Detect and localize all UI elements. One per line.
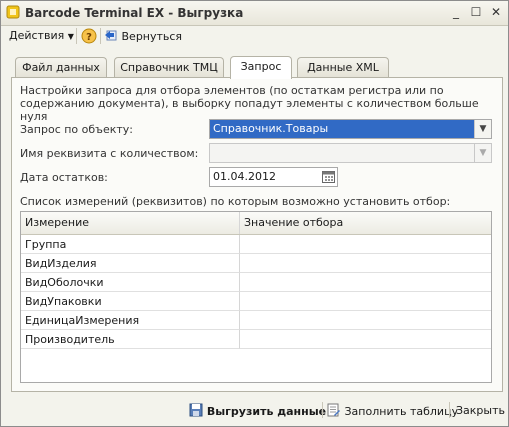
chevron-down-icon[interactable]: ▼ — [474, 120, 491, 138]
dimension-cell: ВидИзделия — [21, 254, 239, 273]
export-data-button[interactable]: Выгрузить данные — [189, 403, 326, 419]
close-window-button[interactable]: ✕ — [488, 5, 504, 20]
actions-label: Действия — [9, 29, 65, 42]
back-arrow-icon — [105, 30, 117, 41]
window: Barcode Terminal EX - Выгрузка _ ☐ ✕ Дей… — [0, 0, 509, 427]
filter-value-cell[interactable] — [239, 254, 491, 273]
chevron-down-icon: ▼ — [67, 32, 74, 41]
save-icon — [189, 403, 203, 417]
tab-xml-data[interactable]: Данные XML — [297, 57, 389, 78]
quantity-attr-select[interactable]: ▼ — [209, 143, 492, 163]
dimension-cell: ЕдиницаИзмерения — [21, 311, 239, 330]
tab-query[interactable]: Запрос — [230, 56, 292, 79]
tab-goods-catalog[interactable]: Справочник ТМЦ — [114, 57, 224, 78]
help-button[interactable]: ? — [81, 28, 97, 44]
toolbar-separator — [100, 28, 101, 44]
filter-value-cell[interactable] — [239, 235, 491, 254]
query-object-label: Запрос по объекту: — [20, 123, 133, 136]
fill-table-label: Заполнить таблицу — [344, 405, 459, 418]
svg-text:?: ? — [86, 32, 92, 43]
dimension-cell: Группа — [21, 235, 239, 254]
toolbar-separator — [76, 28, 77, 44]
minimize-button[interactable]: _ — [448, 5, 464, 20]
query-object-select[interactable]: Справочник.Товары ▼ — [209, 119, 492, 139]
panel-description: Настройки запроса для отбора элементов (… — [20, 84, 479, 123]
help-icon: ? — [81, 28, 97, 44]
window-title: Barcode Terminal EX - Выгрузка — [25, 6, 244, 20]
column-header-filter-value[interactable]: Значение отбора — [239, 212, 491, 234]
bottom-bar: Выгрузить данные Заполнить таблицу Закры… — [1, 399, 508, 423]
bottom-separator — [322, 402, 323, 418]
filter-value-cell[interactable] — [239, 273, 491, 292]
app-icon — [6, 5, 20, 19]
dimensions-caption: Список измерений (реквизитов) по которым… — [20, 195, 451, 208]
back-button[interactable]: Вернуться — [104, 28, 182, 44]
filter-value-cell[interactable] — [239, 330, 491, 349]
dimension-cell: Производитель — [21, 330, 239, 349]
close-button[interactable]: Закрыть — [456, 403, 505, 419]
back-label: Вернуться — [121, 30, 183, 43]
balance-date-label: Дата остатков: — [20, 171, 108, 184]
filter-value-cell[interactable] — [239, 311, 491, 330]
dimension-cell: ВидУпаковки — [21, 292, 239, 311]
table-header: Измерение Значение отбора — [21, 212, 491, 235]
calendar-icon[interactable] — [322, 170, 335, 183]
fill-table-button[interactable]: Заполнить таблицу — [327, 403, 458, 419]
title-bar: Barcode Terminal EX - Выгрузка _ ☐ ✕ — [1, 1, 508, 26]
quantity-attr-label: Имя реквизита с количеством: — [20, 147, 199, 160]
dimensions-table: Измерение Значение отбора Группа ВидИзде… — [20, 211, 492, 383]
actions-menu[interactable]: Действия ▼ — [9, 28, 74, 44]
toolbar: Действия ▼ ? Вернуться — [1, 25, 508, 47]
bottom-separator — [449, 402, 450, 418]
dimension-cell: ВидОболочки — [21, 273, 239, 292]
tab-data-file[interactable]: Файл данных — [15, 57, 107, 78]
query-panel: Настройки запроса для отбора элементов (… — [11, 77, 503, 392]
balance-date-field[interactable]: 01.04.2012 — [209, 167, 338, 187]
query-object-value: Справочник.Товары — [213, 122, 329, 135]
fill-table-icon — [327, 403, 340, 417]
export-data-label: Выгрузить данные — [206, 405, 327, 418]
chevron-down-icon[interactable]: ▼ — [474, 144, 491, 162]
tab-strip: Файл данных Справочник ТМЦ Запрос Данные… — [11, 56, 501, 79]
balance-date-value: 01.04.2012 — [213, 170, 276, 183]
column-header-dimension[interactable]: Измерение — [21, 212, 239, 234]
maximize-button[interactable]: ☐ — [468, 5, 484, 20]
filter-value-cell[interactable] — [239, 292, 491, 311]
